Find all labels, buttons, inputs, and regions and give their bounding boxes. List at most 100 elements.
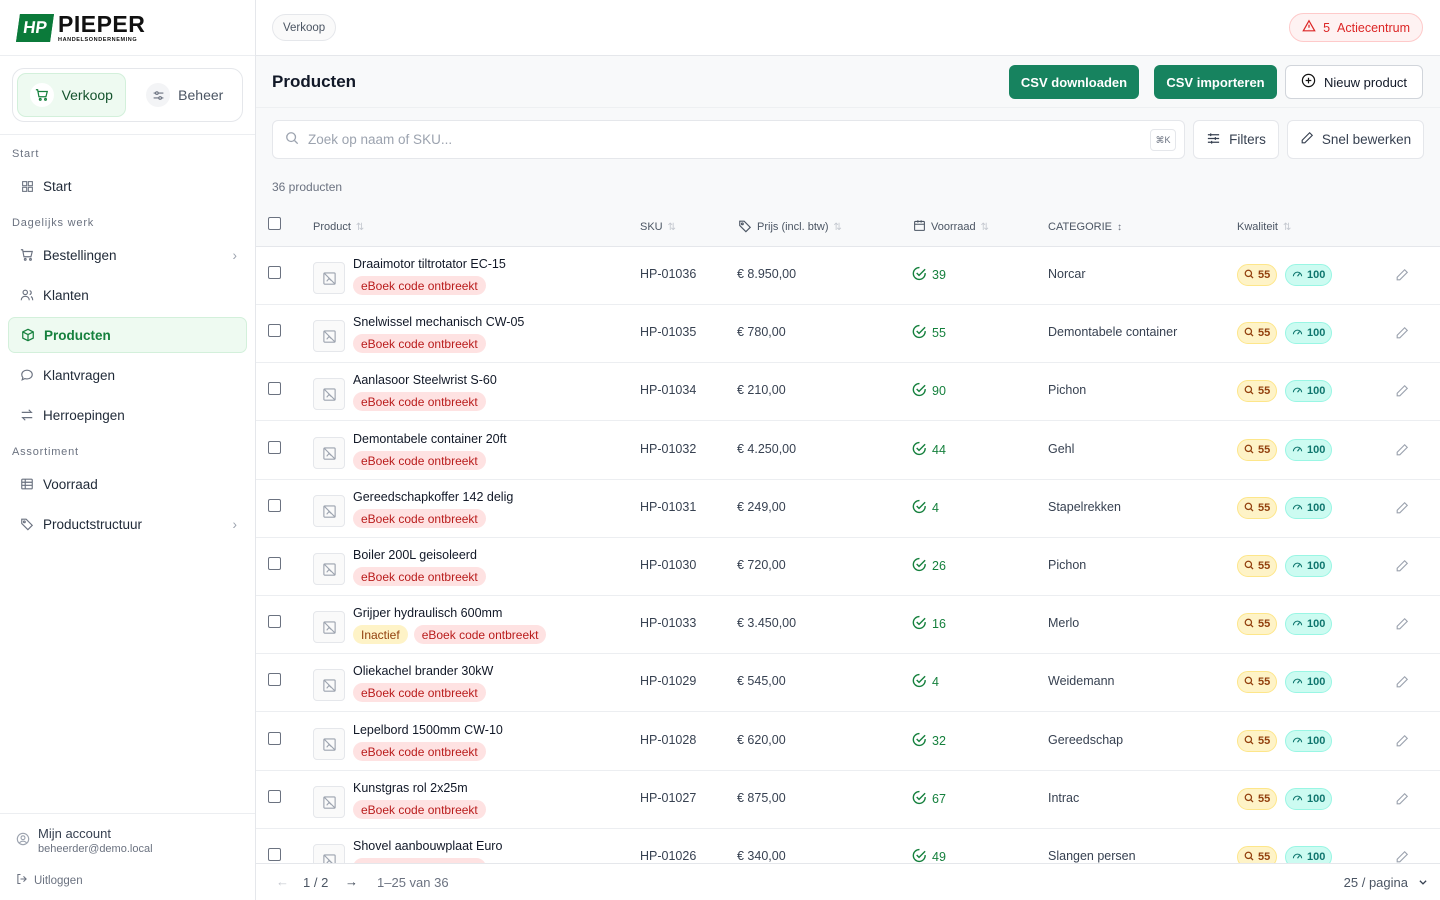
sidebar-item-label: Producten bbox=[44, 327, 111, 343]
table-row[interactable]: Gereedschapkoffer 142 delig eBoek code o… bbox=[256, 480, 1440, 538]
row-checkbox[interactable] bbox=[268, 848, 281, 861]
sidebar-item-returns[interactable]: Herroepingen bbox=[8, 397, 247, 433]
logout-link[interactable]: Uitloggen bbox=[16, 873, 83, 888]
table-row[interactable]: Kunstgras rol 2x25m eBoek code ontbreekt… bbox=[256, 771, 1440, 829]
row-checkbox[interactable] bbox=[268, 615, 281, 628]
chevron-right-icon: › bbox=[232, 247, 238, 263]
sort-icon: ↕ bbox=[1116, 221, 1122, 233]
table-row[interactable]: Snelwissel mechanisch CW-05 eBoek code o… bbox=[256, 305, 1440, 363]
sidebar-item-structure[interactable]: Productstructuur › bbox=[8, 506, 247, 542]
search-box[interactable]: ⌘K bbox=[272, 120, 1185, 159]
sidebar-item-customers[interactable]: Klanten bbox=[8, 277, 247, 313]
action-center-button[interactable]: 5 Actiecentrum bbox=[1289, 13, 1423, 42]
action-center-label: Actiecentrum bbox=[1337, 20, 1410, 35]
new-product-button[interactable]: Nieuw product bbox=[1285, 65, 1423, 99]
edit-pencil-icon[interactable] bbox=[1395, 617, 1409, 634]
table-row[interactable]: Aanlasoor Steelwrist S-60 eBoek code ont… bbox=[256, 363, 1440, 421]
product-name[interactable]: Demontabele container 20ft bbox=[353, 432, 507, 446]
product-name[interactable]: Snelwissel mechanisch CW-05 bbox=[353, 315, 524, 329]
row-checkbox[interactable] bbox=[268, 732, 281, 745]
column-header-stock[interactable]: Voorraad ⇅ bbox=[913, 207, 989, 247]
table-row[interactable]: Shovel aanbouwplaat Euro eBoek code ontb… bbox=[256, 829, 1440, 863]
page-size-select[interactable]: 25 / pagina bbox=[1344, 875, 1428, 890]
gauge-icon bbox=[1292, 617, 1303, 631]
account-menu[interactable]: Mijn account beheerder@demo.local bbox=[16, 826, 153, 855]
edit-pencil-icon[interactable] bbox=[1395, 734, 1409, 751]
product-name[interactable]: Boiler 200L geisoleerd bbox=[353, 548, 477, 562]
sort-icon: ⇅ bbox=[980, 221, 990, 233]
switch-manage[interactable]: Beheer bbox=[132, 73, 239, 117]
row-checkbox[interactable] bbox=[268, 499, 281, 512]
edit-pencil-icon[interactable] bbox=[1395, 501, 1409, 518]
edit-pencil-icon[interactable] bbox=[1395, 675, 1409, 692]
plus-circle-icon bbox=[1301, 73, 1316, 91]
row-checkbox[interactable] bbox=[268, 382, 281, 395]
next-page-arrow-icon[interactable]: → bbox=[345, 874, 358, 889]
prev-page-arrow-icon[interactable]: ← bbox=[276, 874, 289, 889]
csv-download-button[interactable]: CSV downloaden bbox=[1009, 65, 1139, 99]
filters-button[interactable]: Filters bbox=[1193, 120, 1279, 159]
search-icon bbox=[1244, 385, 1254, 398]
column-header-price[interactable]: Prijs (incl. btw) ⇅ bbox=[738, 207, 842, 247]
chevron-right-icon: › bbox=[232, 516, 238, 532]
sidebar-item-questions[interactable]: Klantvragen bbox=[8, 357, 247, 393]
column-header-sku[interactable]: SKU ⇅ bbox=[640, 207, 676, 247]
product-name[interactable]: Oliekachel brander 30kW bbox=[353, 664, 493, 678]
performance-score-value: 100 bbox=[1307, 851, 1326, 863]
edit-pencil-icon[interactable] bbox=[1395, 443, 1409, 460]
performance-score-value: 100 bbox=[1307, 502, 1326, 514]
table-row[interactable]: Lepelbord 1500mm CW-10 eBoek code ontbre… bbox=[256, 713, 1440, 771]
row-checkbox[interactable] bbox=[268, 266, 281, 279]
csv-import-button[interactable]: CSV importeren bbox=[1154, 65, 1277, 99]
column-header-category[interactable]: CATEGORIE ↕ bbox=[1048, 207, 1122, 247]
switch-sales[interactable]: Verkoop bbox=[17, 73, 126, 117]
product-name[interactable]: Grijper hydraulisch 600mm bbox=[353, 606, 502, 620]
product-category: Gehl bbox=[1048, 442, 1075, 456]
page-title: Producten bbox=[272, 72, 357, 91]
breadcrumb[interactable]: Verkoop bbox=[272, 14, 337, 41]
column-header-quality[interactable]: Kwaliteit ⇅ bbox=[1237, 207, 1291, 247]
table-row[interactable]: Demontabele container 20ft eBoek code on… bbox=[256, 422, 1440, 480]
table-row[interactable]: Boiler 200L geisoleerd eBoek code ontbre… bbox=[256, 538, 1440, 596]
table-header: Product ⇅ SKU ⇅ Prijs (incl. btw) ⇅ Voor… bbox=[256, 207, 1440, 247]
table-row[interactable]: Oliekachel brander 30kW eBoek code ontbr… bbox=[256, 654, 1440, 712]
product-name[interactable]: Kunstgras rol 2x25m bbox=[353, 781, 468, 795]
chat-bubble-icon bbox=[20, 368, 34, 382]
sidebar-item-start[interactable]: Start bbox=[8, 168, 247, 204]
product-name[interactable]: Shovel aanbouwplaat Euro bbox=[353, 839, 502, 853]
product-name[interactable]: Gereedschapkoffer 142 delig bbox=[353, 490, 513, 504]
edit-pencil-icon[interactable] bbox=[1395, 326, 1409, 343]
column-header-product[interactable]: Product ⇅ bbox=[313, 207, 364, 247]
search-icon bbox=[1244, 676, 1254, 689]
sidebar-item-orders[interactable]: Bestellingen › bbox=[8, 237, 247, 273]
filters-label: Filters bbox=[1229, 132, 1266, 147]
row-checkbox[interactable] bbox=[268, 673, 281, 686]
row-checkbox[interactable] bbox=[268, 324, 281, 337]
quick-edit-button[interactable]: Snel bewerken bbox=[1287, 120, 1424, 159]
product-price: € 8.950,00 bbox=[737, 267, 797, 281]
table-row[interactable]: Draaimotor tiltrotator EC-15 eBoek code … bbox=[256, 247, 1440, 305]
edit-pencil-icon[interactable] bbox=[1395, 559, 1409, 576]
search-input[interactable] bbox=[308, 132, 1128, 147]
workspace-switcher: Verkoop Beheer bbox=[12, 68, 243, 122]
row-checkbox[interactable] bbox=[268, 557, 281, 570]
brand-logo[interactable]: HP PIEPER HANDELSONDERNEMING bbox=[16, 13, 145, 44]
edit-pencil-icon[interactable] bbox=[1395, 792, 1409, 809]
row-checkbox[interactable] bbox=[268, 790, 281, 803]
sidebar-item-products[interactable]: Producten bbox=[8, 317, 247, 353]
sidebar-item-stock[interactable]: Voorraad bbox=[8, 466, 247, 502]
row-checkbox[interactable] bbox=[268, 441, 281, 454]
performance-score-value: 100 bbox=[1307, 385, 1326, 397]
product-name[interactable]: Draaimotor tiltrotator EC-15 bbox=[353, 257, 506, 271]
edit-pencil-icon[interactable] bbox=[1395, 268, 1409, 285]
product-name[interactable]: Lepelbord 1500mm CW-10 bbox=[353, 723, 503, 737]
stock-value: 67 bbox=[932, 792, 946, 806]
edit-pencil-icon[interactable] bbox=[1395, 384, 1409, 401]
product-name[interactable]: Aanlasoor Steelwrist S-60 bbox=[353, 373, 497, 387]
warning-badge: eBoek code ontbreekt bbox=[353, 567, 486, 586]
select-all-checkbox[interactable] bbox=[268, 217, 281, 230]
sidebar-divider bbox=[0, 55, 255, 56]
product-tags: eBoek code ontbreekt bbox=[353, 742, 486, 761]
edit-pencil-icon[interactable] bbox=[1395, 850, 1409, 863]
table-row[interactable]: Grijper hydraulisch 600mm Inactief eBoek … bbox=[256, 596, 1440, 654]
